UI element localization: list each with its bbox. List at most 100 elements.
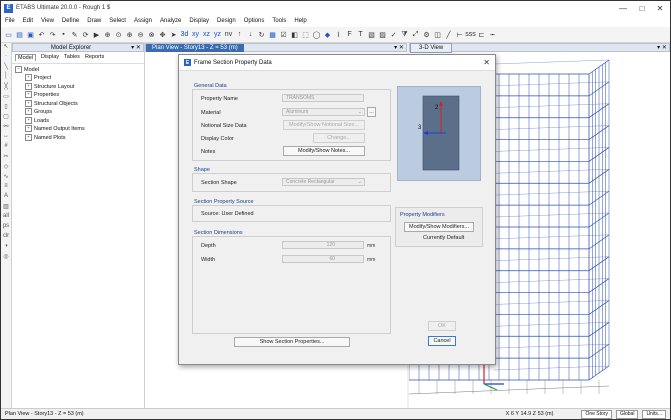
cancel-button[interactable]: Cancel	[428, 336, 456, 346]
menu-options[interactable]: Options	[244, 18, 265, 24]
close-plan-view-icon[interactable]: ▾ ✕	[392, 44, 406, 51]
tree-item-loads[interactable]: + Loads	[15, 116, 141, 125]
save-icon[interactable]: ▣	[26, 30, 35, 39]
circle-tool-icon[interactable]: ◯	[312, 30, 321, 39]
expand-icon[interactable]: +	[25, 133, 32, 141]
3d-view-icon[interactable]: 3d	[180, 30, 189, 39]
elevation-yz-icon[interactable]: yz	[213, 30, 222, 39]
lock-icon[interactable]: ▪	[59, 30, 68, 39]
ok-button[interactable]: OK	[428, 321, 456, 331]
tree-item-structure-layout[interactable]: + Structure Layout	[15, 82, 141, 91]
extrude-icon[interactable]: ◆	[323, 30, 332, 39]
wall-tool-icon[interactable]: ▯	[1, 103, 11, 113]
beam-tool-icon[interactable]: ╲	[1, 63, 11, 73]
tree-item-model[interactable]: − Model	[15, 66, 141, 74]
menu-select[interactable]: Select	[109, 18, 126, 24]
close-3d-view-icon[interactable]: ▾ ✕	[655, 44, 669, 51]
all-tool-icon[interactable]: all	[1, 213, 11, 223]
zoom-extents-icon[interactable]: ⤢	[411, 30, 420, 39]
ps-tool-icon[interactable]: ps	[1, 223, 11, 233]
zoom-in-icon[interactable]: ⊕	[125, 30, 134, 39]
select-all-icon[interactable]: ▦	[268, 30, 277, 39]
grid-tool-icon[interactable]: #	[1, 143, 11, 153]
pointer-icon[interactable]: ➤	[169, 30, 178, 39]
zoom-restore-icon[interactable]: ⊙	[114, 30, 123, 39]
tab-tables[interactable]: Tables	[64, 54, 80, 61]
check-icon[interactable]: ✓	[389, 30, 398, 39]
menu-file[interactable]: File	[5, 18, 15, 24]
notes-button[interactable]: Modify/Show Notes...	[283, 146, 365, 156]
menu-help[interactable]: Help	[294, 18, 306, 24]
shadow-icon[interactable]: ◧	[290, 30, 299, 39]
link-tool-icon[interactable]: ⚯	[1, 123, 11, 133]
dialog-close-icon[interactable]: ✕	[483, 58, 490, 67]
tree-item-groups[interactable]: + Groups	[15, 108, 141, 116]
tree-item-properties[interactable]: + Properties	[15, 91, 141, 99]
section-cut-tool-icon[interactable]: ✂	[1, 153, 11, 163]
menu-display[interactable]: Display	[189, 18, 209, 24]
tab-model[interactable]: Model	[15, 54, 36, 61]
reference-tool-icon[interactable]: ◇	[1, 163, 11, 173]
pan-icon[interactable]: ✥	[158, 30, 167, 39]
menu-assign[interactable]: Assign	[134, 18, 152, 24]
expand-icon[interactable]: +	[25, 91, 32, 99]
tab-display[interactable]: Display	[41, 54, 59, 61]
filter-icon[interactable]: ⧩	[400, 30, 409, 39]
rebar-tool-icon[interactable]: ≡	[1, 183, 11, 193]
section-shape-select[interactable]: Concrete Rectangular ⌄	[282, 178, 365, 186]
force-diagram-icon[interactable]: F	[345, 30, 354, 39]
grid-icon[interactable]: ▧	[367, 30, 376, 39]
tree-item-named-plots[interactable]: + Named Plots	[15, 133, 141, 142]
notional-size-button[interactable]: Modify/Show Notional Size...	[283, 120, 365, 130]
menu-draw[interactable]: Draw	[87, 18, 101, 24]
column-tool-icon[interactable]: │	[1, 73, 11, 83]
pin-icon[interactable]: ▾ ✕	[129, 44, 143, 51]
zoom-out-icon[interactable]: ⊖	[136, 30, 145, 39]
dashes-icon[interactable]: ┅	[488, 30, 497, 39]
modifiers-button[interactable]: Modify/Show Modifiers...	[404, 222, 474, 232]
pointer-tool-icon[interactable]: ↖	[1, 43, 11, 53]
tree-item-named-output-items[interactable]: + Named Output Items	[15, 125, 141, 133]
brace-tool-icon[interactable]: ╳	[1, 83, 11, 93]
show-section-properties-button[interactable]: Show Section Properties...	[234, 337, 350, 347]
tree-item-structural-objects[interactable]: + Structural Objects	[15, 99, 141, 108]
rotate-icon[interactable]: ↻	[257, 30, 266, 39]
view-toggle-icon[interactable]: ◫	[433, 30, 442, 39]
zoom-previous-icon[interactable]: ⊗	[147, 30, 156, 39]
menu-analyze[interactable]: Analyze	[160, 18, 181, 24]
menu-tools[interactable]: Tools	[272, 18, 286, 24]
units-button[interactable]: Units...	[642, 409, 666, 419]
undo-icon[interactable]: ↶	[37, 30, 46, 39]
width-field[interactable]: 60	[282, 255, 364, 263]
display-options-icon[interactable]: ☑	[279, 30, 288, 39]
expand-icon[interactable]: +	[25, 108, 32, 116]
settings-icon[interactable]: ⚙	[422, 30, 431, 39]
run-analysis-icon[interactable]: ▶	[92, 30, 101, 39]
text-icon[interactable]: T	[356, 30, 365, 39]
tendon-tool-icon[interactable]: ∿	[1, 173, 11, 183]
clr-tool-icon[interactable]: clr	[1, 233, 11, 243]
design-strip-icon[interactable]: ▥	[1, 203, 11, 213]
plan-view-tab[interactable]: Plan View - Story13 - Z = 53 (m)	[146, 43, 244, 52]
move-up-icon[interactable]: ↑	[235, 30, 244, 39]
maximize-button[interactable]: □	[633, 1, 651, 15]
expand-icon[interactable]: +	[25, 99, 32, 107]
move-down-icon[interactable]: ↓	[246, 30, 255, 39]
menu-design[interactable]: Design	[217, 18, 236, 24]
opening-tool-icon[interactable]: ▢	[1, 113, 11, 123]
expand-icon[interactable]: +	[25, 82, 32, 90]
depth-field[interactable]: 120	[282, 241, 364, 249]
dimension-tool-icon[interactable]: ↔	[1, 133, 11, 143]
property-name-field[interactable]: TRANSOMS	[282, 94, 364, 102]
tab-reports[interactable]: Reports	[85, 54, 104, 61]
floor-tool-icon[interactable]: ▭	[1, 93, 11, 103]
expand-icon[interactable]: +	[25, 125, 32, 133]
new-model-icon[interactable]: ▭	[4, 30, 13, 39]
deformed-shape-icon[interactable]: ⌇	[334, 30, 343, 39]
draw-line-icon[interactable]: ╱	[444, 30, 453, 39]
locate-tool-icon[interactable]: ◎	[1, 253, 11, 263]
plan-view-icon[interactable]: xy	[191, 30, 200, 39]
nv-icon[interactable]: nv	[224, 30, 233, 39]
chart-icon[interactable]: ▨	[378, 30, 387, 39]
menu-define[interactable]: Define	[62, 18, 79, 24]
